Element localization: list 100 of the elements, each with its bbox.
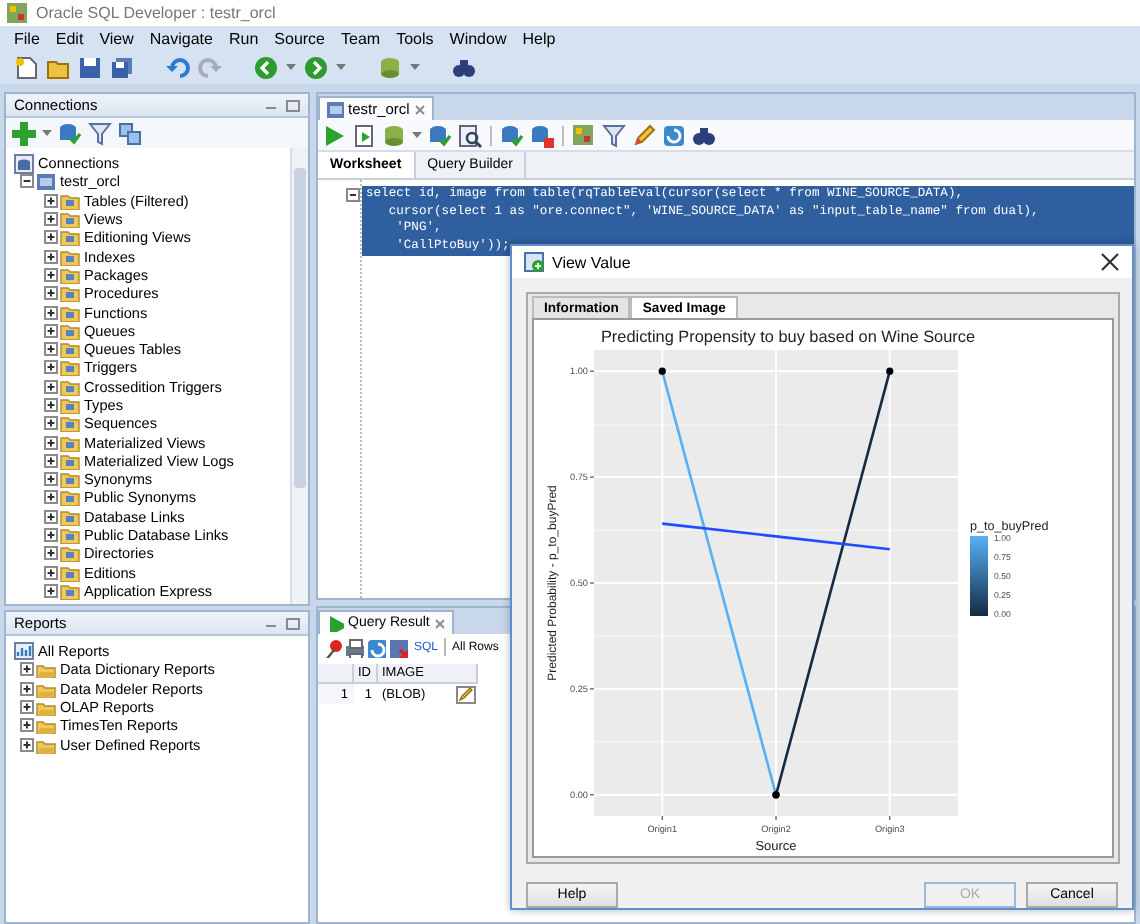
new-file-icon[interactable] — [14, 55, 38, 79]
caret-icon[interactable] — [286, 64, 296, 70]
expand-icon[interactable] — [44, 453, 58, 468]
pin-icon[interactable] — [322, 637, 342, 657]
chart-title: Predicting Propensity to buy based on Wine Source — [600, 328, 976, 346]
caret-icon[interactable] — [336, 64, 346, 70]
connections-icon — [14, 153, 34, 174]
edit-button[interactable] — [456, 685, 476, 703]
expand-icon[interactable] — [44, 565, 58, 580]
magnifier-icon[interactable] — [458, 123, 482, 147]
menu-item[interactable]: Team — [333, 29, 389, 47]
expand-icon[interactable] — [20, 662, 34, 677]
data-point — [658, 367, 666, 375]
folder-icon[interactable] — [46, 55, 70, 79]
expand-icon[interactable] — [44, 416, 58, 431]
refresh-icon[interactable] — [662, 123, 686, 147]
folder-icon — [60, 247, 80, 266]
folder-icon — [60, 340, 80, 359]
app-icon — [6, 2, 28, 24]
save-icon[interactable] — [78, 55, 102, 79]
expand-icon[interactable] — [44, 323, 58, 338]
expand-icon[interactable] — [44, 230, 58, 245]
folder-icon — [60, 228, 80, 247]
folder-icon — [60, 396, 80, 414]
expand-icon[interactable] — [44, 509, 58, 524]
expand-icon[interactable] — [44, 360, 58, 375]
undo-icon[interactable] — [166, 55, 190, 79]
add-icon[interactable] — [12, 121, 36, 145]
folder-icon — [60, 284, 80, 303]
data-point — [886, 367, 894, 375]
app-icon[interactable] — [572, 123, 596, 147]
save-all-icon[interactable] — [110, 55, 134, 79]
folder-icon — [60, 470, 80, 489]
caret-icon[interactable] — [412, 132, 422, 138]
menu-item[interactable]: Source — [266, 29, 334, 47]
back-icon[interactable] — [254, 55, 278, 79]
forward-icon[interactable] — [304, 55, 328, 79]
folder-icon — [36, 698, 56, 717]
script-icon[interactable] — [352, 123, 376, 147]
collapse-icon[interactable] — [346, 188, 360, 202]
menu-item[interactable]: Window — [441, 29, 515, 47]
expand-icon[interactable] — [44, 212, 58, 227]
menu-item[interactable]: Tools — [388, 29, 442, 47]
expand-icon[interactable] — [44, 546, 58, 561]
binoculars-icon[interactable] — [452, 55, 476, 79]
maximize-icon[interactable] — [286, 99, 300, 111]
menu-item[interactable]: View — [91, 29, 142, 47]
folder-icon — [60, 191, 80, 210]
reports-icon — [14, 642, 34, 661]
scrollbar[interactable] — [290, 148, 308, 604]
expand-icon[interactable] — [44, 305, 58, 320]
menu-item[interactable]: Navigate — [141, 29, 221, 47]
printer-icon[interactable] — [344, 637, 364, 657]
expand-icon[interactable] — [20, 681, 34, 696]
maximize-icon[interactable] — [286, 617, 300, 629]
folder-icon — [60, 358, 80, 377]
delete-icon[interactable] — [388, 637, 408, 657]
binoculars-icon[interactable] — [692, 123, 716, 147]
expand-icon[interactable] — [44, 490, 58, 505]
folder-icon — [36, 660, 56, 679]
folder-icon — [60, 507, 80, 526]
expand-icon[interactable] — [44, 379, 58, 394]
expand-icon[interactable] — [44, 472, 58, 487]
refresh-icon[interactable] — [366, 637, 386, 657]
close-icon[interactable] — [1100, 252, 1120, 272]
expand-icon[interactable] — [44, 249, 58, 264]
color-scale-bar — [970, 536, 988, 616]
menu-item[interactable]: Help — [514, 29, 564, 47]
expand-icon[interactable] — [20, 718, 34, 733]
expand-icon[interactable] — [44, 435, 58, 450]
pencil-icon[interactable] — [632, 123, 656, 147]
folder-icon — [60, 544, 80, 563]
window-title: Oracle SQL Developer : testr_orcl — [36, 4, 276, 22]
expand-icon[interactable] — [44, 528, 58, 543]
folder-icon — [60, 414, 80, 433]
expand-icon[interactable] — [20, 700, 34, 715]
menu-item[interactable]: Run — [220, 29, 267, 47]
expand-icon[interactable] — [44, 286, 58, 301]
folder-icon — [60, 526, 80, 545]
folder-icon — [36, 679, 56, 698]
expand-icon[interactable] — [44, 267, 58, 282]
windows-icon[interactable] — [118, 121, 142, 145]
expand-icon[interactable] — [44, 398, 58, 412]
folder-icon — [36, 716, 56, 735]
folder-icon — [60, 581, 80, 600]
expand-icon[interactable] — [44, 583, 58, 598]
menu-item[interactable]: File — [6, 29, 48, 47]
menu-item[interactable]: Edit — [47, 29, 92, 47]
caret-icon[interactable] — [410, 64, 420, 70]
window-icon — [524, 252, 544, 272]
expand-icon[interactable] — [44, 342, 58, 357]
folder-icon — [60, 451, 80, 470]
folder-icon — [60, 488, 80, 507]
folder-icon — [60, 563, 80, 582]
collapse-icon[interactable] — [20, 174, 34, 189]
run-icon — [326, 614, 344, 632]
caret-icon[interactable] — [42, 130, 52, 136]
expand-icon[interactable] — [44, 193, 58, 208]
expand-icon[interactable] — [20, 737, 34, 752]
folder-icon — [60, 321, 80, 340]
